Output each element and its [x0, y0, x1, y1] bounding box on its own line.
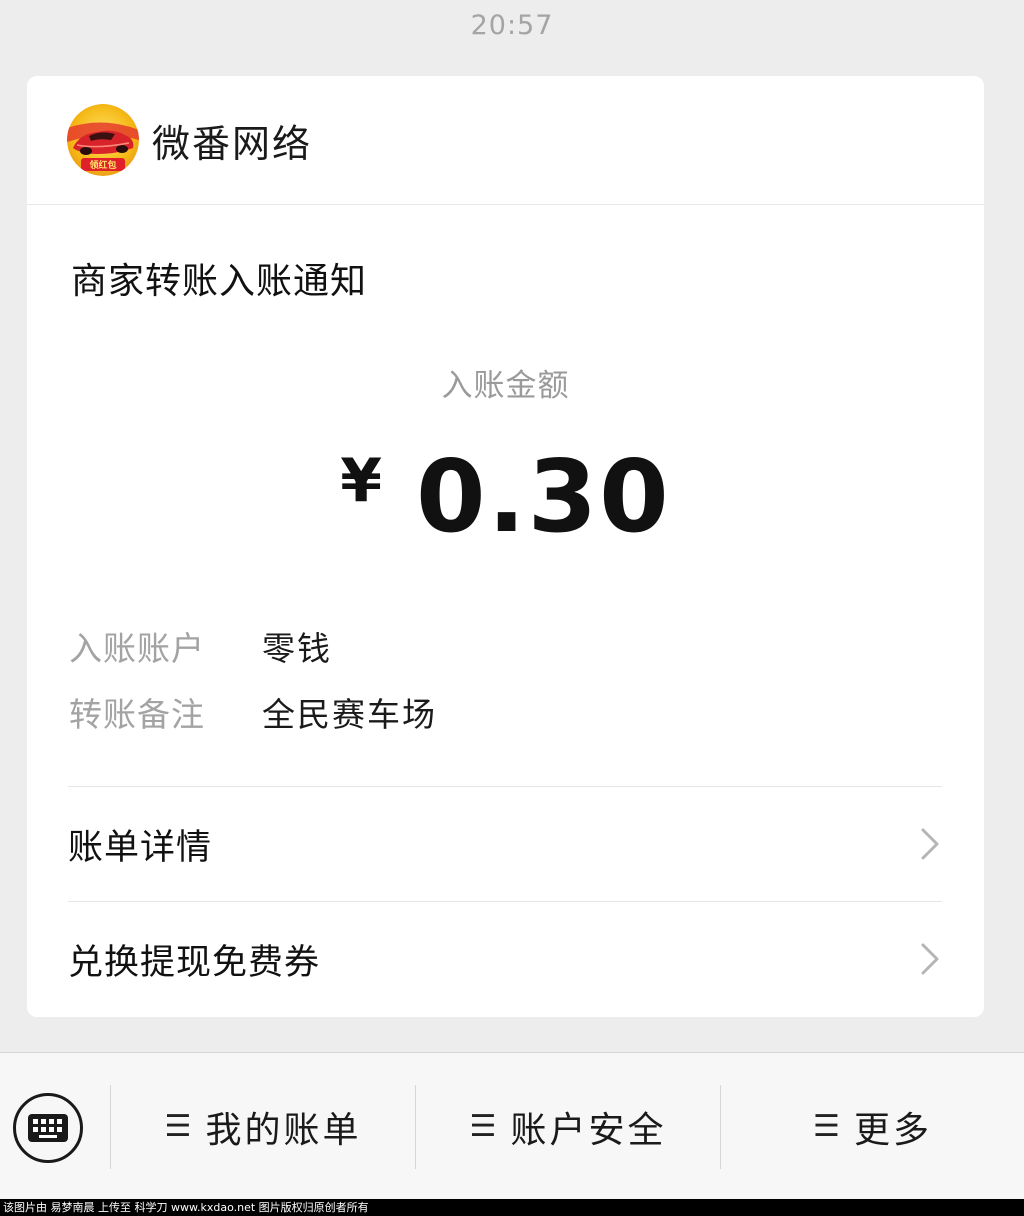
- watermark-strip: 该图片由 易梦南晨 上传至 科学刀 www.kxdao.net 图片版权归原创者…: [0, 1199, 1024, 1216]
- chevron-right-icon: [921, 943, 939, 975]
- menu-label: 账户安全: [510, 1109, 667, 1151]
- menu-more[interactable]: ☰ 更多: [721, 1053, 1024, 1200]
- red-car-logo-icon: 领红包: [67, 104, 139, 176]
- menu-icon: ☰: [469, 1109, 497, 1144]
- status-time: 20:57: [470, 10, 554, 41]
- detail-key: 入账账户: [69, 629, 205, 668]
- menu-label: 我的账单: [205, 1109, 362, 1151]
- amount-display: ¥0.30: [27, 438, 984, 555]
- bill-details-link[interactable]: 账单详情: [68, 786, 942, 901]
- link-label: 账单详情: [68, 827, 213, 868]
- sender-avatar[interactable]: 领红包: [67, 104, 139, 176]
- detail-row-remark: 转账备注 全民赛车场: [69, 688, 437, 736]
- amount-value: 0.30: [416, 438, 671, 555]
- notification-card: 领红包 微番网络 商家转账入账通知 入账金额 ¥0.30 入账账户 零钱 转账备…: [27, 76, 984, 1017]
- keyboard-toggle-button[interactable]: [13, 1093, 83, 1163]
- redeem-coupon-link[interactable]: 兑换提现免费券: [68, 901, 942, 1016]
- chevron-right-icon: [921, 828, 939, 860]
- menu-icon: ☰: [813, 1109, 840, 1144]
- card-header[interactable]: 领红包 微番网络: [27, 76, 984, 205]
- sender-name[interactable]: 微番网络: [152, 113, 312, 168]
- keyboard-icon: [28, 1114, 68, 1142]
- detail-value: 零钱: [262, 629, 332, 668]
- menu-icon: ☰: [164, 1109, 192, 1144]
- detail-value: 全民赛车场: [262, 695, 437, 734]
- menu-my-bills[interactable]: ☰ 我的账单: [111, 1053, 415, 1200]
- svg-text:领红包: 领红包: [89, 159, 116, 171]
- notice-title: 商家转账入账通知: [71, 261, 368, 302]
- menu-account-security[interactable]: ☰ 账户安全: [416, 1053, 720, 1200]
- bottom-menu-bar: ☰ 我的账单 ☰ 账户安全 ☰ 更多: [0, 1052, 1024, 1199]
- currency-symbol: ¥: [340, 446, 382, 516]
- amount-label: 入账金额: [441, 368, 570, 404]
- menu-label: 更多: [853, 1109, 932, 1151]
- link-label: 兑换提现免费券: [68, 942, 321, 983]
- detail-key: 转账备注: [69, 695, 205, 734]
- detail-row-account: 入账账户 零钱: [69, 622, 332, 670]
